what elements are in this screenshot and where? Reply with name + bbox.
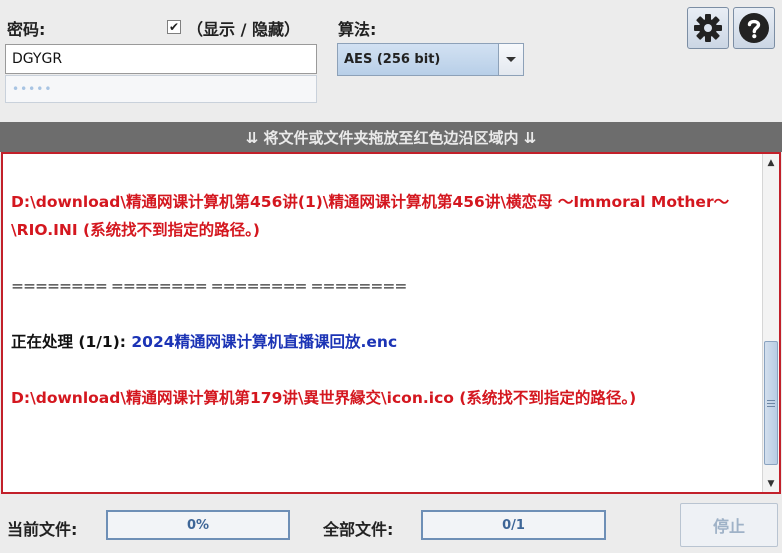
log-content: D:\download\精通网课计算机第456讲(1)\精通网课计算机第456讲… <box>11 188 751 440</box>
log-scrollbar[interactable]: ▲ ▼ <box>762 154 779 492</box>
log-processing-file: 2024精通网课计算机直播课回放.enc <box>131 333 398 351</box>
drop-hint-text: ⇊ 将文件或文件夹拖放至红色边沿区域内 ⇊ <box>245 128 537 147</box>
log-processing-prefix: 正在处理 (1/1): <box>11 333 132 351</box>
check-icon: ✔ <box>168 20 180 34</box>
current-file-progress: 0% <box>106 510 290 540</box>
password-confirm-input[interactable]: ••••• <box>5 75 317 103</box>
show-password-checkbox[interactable]: ✔ <box>167 20 181 34</box>
log-processing-line: 正在处理 (1/1): 2024精通网课计算机直播课回放.enc <box>11 328 751 356</box>
log-error-line: D:\download\精通网课计算机第456讲(1)\精通网课计算机第456讲… <box>11 193 730 239</box>
algorithm-label: 算法: <box>338 20 377 39</box>
scroll-down-icon[interactable]: ▼ <box>763 475 779 492</box>
scroll-thumb[interactable] <box>764 341 778 465</box>
grip-icon <box>767 399 775 407</box>
password-input[interactable]: DGYGR <box>5 44 317 74</box>
all-files-progress: 0/1 <box>421 510 606 540</box>
all-files-progress-text: 0/1 <box>502 517 525 533</box>
current-file-label: 当前文件: <box>7 520 78 539</box>
show-hide-label: （显示 / 隐藏） <box>187 20 300 39</box>
scroll-up-icon[interactable]: ▲ <box>763 154 779 171</box>
algorithm-select[interactable]: AES (256 bit) <box>337 43 524 76</box>
question-icon <box>739 13 769 43</box>
password-label: 密码: <box>7 20 46 39</box>
current-file-progress-text: 0% <box>186 517 210 533</box>
drop-zone-log[interactable]: D:\download\精通网课计算机第456讲(1)\精通网课计算机第456讲… <box>1 152 781 494</box>
gear-icon <box>694 14 722 42</box>
help-button[interactable] <box>733 7 775 49</box>
settings-button[interactable] <box>687 7 729 49</box>
log-error-line: D:\download\精通网课计算机第179讲\異世界縁交\icon.ico … <box>11 389 637 407</box>
chevron-down-icon[interactable] <box>498 44 523 75</box>
stop-button[interactable]: 停止 <box>680 503 778 547</box>
algorithm-selected-value: AES (256 bit) <box>344 52 441 67</box>
all-files-label: 全部文件: <box>323 520 394 539</box>
log-separator: ======== ======== ======== ======== <box>11 277 407 295</box>
drop-hint-bar: ⇊ 将文件或文件夹拖放至红色边沿区域内 ⇊ <box>0 122 782 152</box>
